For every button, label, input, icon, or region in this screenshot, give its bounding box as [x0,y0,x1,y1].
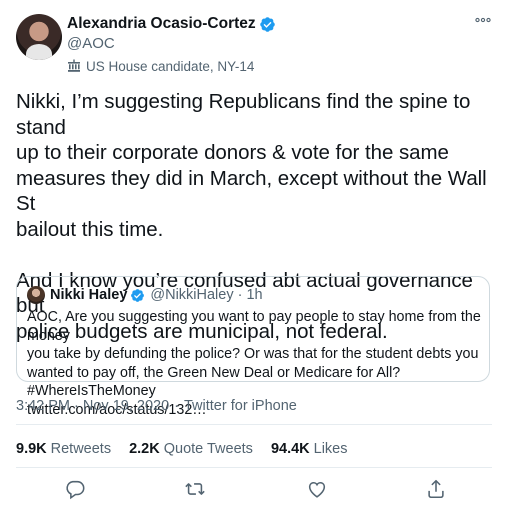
retweets-label: Retweets [50,441,112,457]
retweet-icon [185,483,205,495]
tweet-timestamp[interactable]: 3:42 PM · Nov 19, 2020 [16,398,169,414]
author-handle[interactable]: @AOC [67,35,276,55]
divider [16,467,492,468]
tweet-header: Alexandria Ocasio-Cortez @AOC US House c… [67,14,276,75]
likes-count: 94.4K [270,441,310,457]
author-avatar[interactable] [16,14,62,60]
meta-separator: · [174,398,179,414]
divider [16,424,492,425]
quoted-tweet[interactable]: Nikki Haley @NikkiHaley · 1h AOC, Are yo… [16,276,490,418]
tweet-meta: 3:42 PM · Nov 19, 2020 · Twitter for iPh… [16,396,297,416]
verified-badge-icon [131,288,145,302]
author-row: Alexandria Ocasio-Cortez [67,14,276,34]
more-options-button[interactable] [472,12,494,28]
like-button[interactable] [306,478,328,500]
more-horizontal-icon [475,17,491,23]
retweets-count: 9.9K [16,441,47,457]
government-building-icon [68,59,80,72]
quoted-time: 1h [246,287,263,303]
tweet-stats: 9.9K Retweets 2.2K Quote Tweets 94.4K Li… [16,439,366,459]
tweet-card: Alexandria Ocasio-Cortez @AOC US House c… [0,0,506,500]
author-label-text: US House candidate, NY-14 [86,58,255,74]
quoted-author-name: Nikki Haley [50,287,128,303]
author-name[interactable]: Alexandria Ocasio-Cortez [67,15,256,33]
tweet-actions [0,478,506,500]
quoted-author-handle: @NikkiHaley [150,287,234,303]
likes-stat[interactable]: 94.4K Likes [271,441,348,457]
share-icon [428,479,444,499]
share-button[interactable] [425,478,447,500]
quote-tweets-stat[interactable]: 2.2K Quote Tweets [129,441,253,457]
author-label: US House candidate, NY-14 [67,57,276,75]
quote-tweets-label: Quote Tweets [163,441,253,457]
retweet-button[interactable] [184,478,206,500]
quoted-separator: · [237,287,243,303]
tweet-source[interactable]: Twitter for iPhone [184,398,297,414]
quoted-tweet-header: Nikki Haley @NikkiHaley · 1h [27,285,263,305]
reply-button[interactable] [64,478,86,500]
heart-icon [308,481,326,498]
verified-badge-icon [259,16,275,32]
quote-tweets-count: 2.2K [129,441,160,457]
retweets-stat[interactable]: 9.9K Retweets [16,441,111,457]
quoted-author-avatar [27,286,45,304]
reply-icon [66,480,85,500]
likes-label: Likes [313,441,348,457]
